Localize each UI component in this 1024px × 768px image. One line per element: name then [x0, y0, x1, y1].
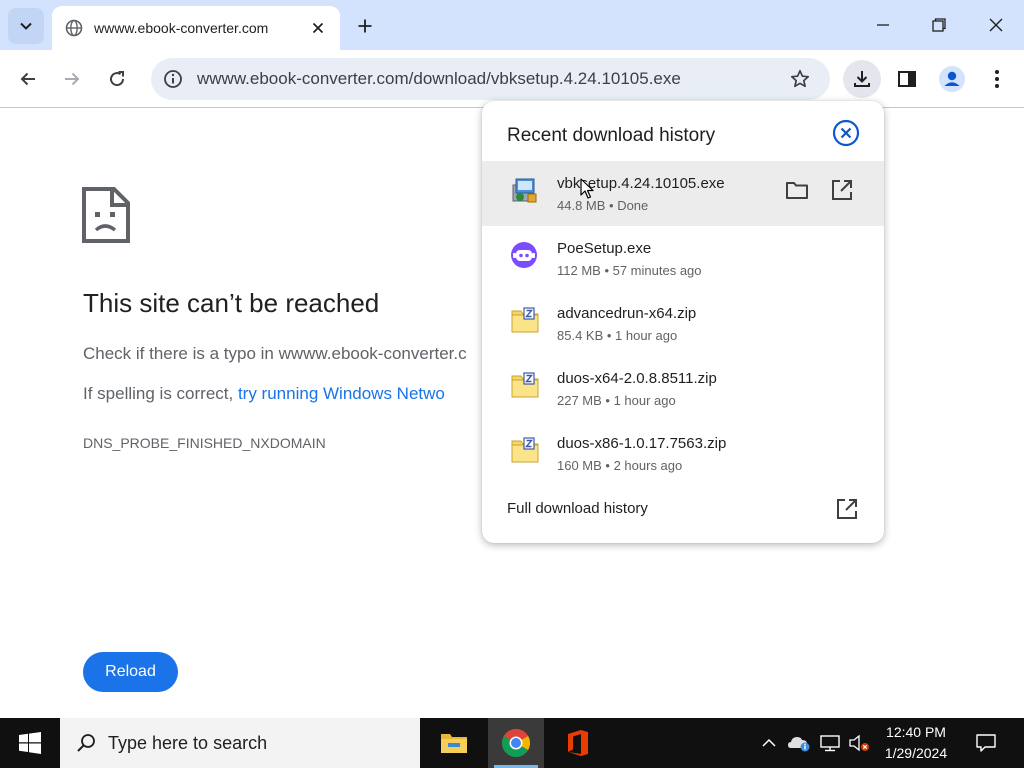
download-item[interactable]: advancedrun-x64.zip 85.4 KB • 1 hour ago [482, 291, 884, 356]
bookmark-star-icon[interactable] [780, 69, 820, 89]
full-download-history-link[interactable]: Full download history [507, 500, 648, 517]
volume-muted-tray-icon[interactable] [846, 718, 872, 768]
poe-app-icon [510, 240, 540, 270]
download-status: 160 MB • 2 hours ago [557, 458, 683, 473]
profile-button[interactable] [934, 61, 970, 97]
chevron-down-icon [20, 22, 32, 30]
browser-toolbar: wwww.ebook-converter.com/download/vbkset… [0, 50, 1024, 108]
office-taskbar-button[interactable] [550, 718, 606, 768]
new-tab-button[interactable] [350, 12, 380, 40]
tab-strip: wwww.ebook-converter.com [0, 0, 1024, 50]
plus-icon [358, 19, 372, 33]
back-button[interactable] [10, 61, 46, 97]
minimize-button[interactable] [855, 0, 911, 50]
open-external-icon [832, 180, 852, 200]
error-suggestion-diagnostics: If spelling is correct, try running Wind… [83, 384, 445, 404]
globe-icon [64, 18, 84, 38]
download-item[interactable]: PoeSetup.exe 112 MB • 57 minutes ago [482, 226, 884, 291]
menu-button[interactable] [979, 61, 1015, 97]
download-icon [854, 71, 870, 87]
close-tab-icon[interactable] [308, 18, 328, 38]
sad-page-icon [82, 187, 130, 248]
folder-icon [786, 182, 808, 199]
download-item[interactable]: duos-x86-1.0.17.7563.zip 160 MB • 2 hour… [482, 421, 884, 486]
download-filename: PoeSetup.exe [557, 240, 652, 257]
show-hidden-icons-button[interactable] [757, 718, 781, 768]
open-file-button[interactable] [827, 175, 857, 205]
downloads-button[interactable] [843, 60, 881, 98]
avatar-icon [939, 66, 965, 92]
download-filename: duos-x86-1.0.17.7563.zip [557, 435, 727, 452]
notification-center-button[interactable] [966, 718, 1006, 768]
chrome-icon [502, 729, 530, 757]
office-icon [568, 730, 588, 756]
minimize-icon [877, 24, 889, 26]
chevron-up-icon [762, 738, 776, 747]
tab-title: wwww.ebook-converter.com [94, 20, 269, 36]
file-explorer-taskbar-button[interactable] [426, 718, 482, 768]
reload-button[interactable]: Reload [83, 652, 178, 692]
close-popup-button[interactable] [832, 119, 860, 147]
download-item[interactable]: duos-x64-2.0.8.8511.zip 227 MB • 1 hour … [482, 356, 884, 421]
download-status: 227 MB • 1 hour ago [557, 393, 676, 408]
download-status: 112 MB • 57 minutes ago [557, 263, 702, 278]
network-tray-icon[interactable] [817, 718, 843, 768]
windows-taskbar: Type here to search 12:40 PM 1/29/2024 [0, 718, 1024, 768]
error-suggestion-typo: Check if there is a typo in wwww.ebook-c… [83, 344, 467, 363]
site-info-icon[interactable] [153, 69, 193, 89]
url-text: wwww.ebook-converter.com/download/vbkset… [197, 69, 681, 88]
zip-folder-icon [510, 435, 540, 465]
chrome-taskbar-button[interactable] [488, 718, 544, 768]
open-external-icon[interactable] [832, 494, 862, 524]
zip-folder-icon [510, 370, 540, 400]
download-item[interactable]: vbksetup.4.24.10105.exe 44.8 MB • Done [482, 161, 884, 226]
show-in-folder-button[interactable] [782, 175, 812, 205]
taskbar-clock[interactable]: 12:40 PM 1/29/2024 [876, 722, 956, 764]
arrow-left-icon [20, 72, 35, 86]
search-icon [77, 734, 95, 752]
arrow-right-icon [65, 72, 80, 86]
address-bar[interactable]: wwww.ebook-converter.com/download/vbkset… [151, 58, 830, 100]
windows-logo-icon [19, 732, 41, 754]
taskbar-search-placeholder: Type here to search [108, 732, 268, 753]
error-code: DNS_PROBE_FINISHED_NXDOMAIN [83, 435, 326, 451]
network-diagnostics-link[interactable]: try running Windows Netwo [238, 384, 445, 403]
error-title: This site can’t be reached [83, 288, 380, 318]
error-suggestion-prefix: If spelling is correct, [83, 384, 238, 403]
active-tab[interactable]: wwww.ebook-converter.com [52, 6, 340, 50]
download-filename: advancedrun-x64.zip [557, 305, 697, 322]
refresh-icon [110, 71, 125, 87]
side-panel-button[interactable] [889, 61, 925, 97]
side-panel-icon [898, 71, 916, 87]
mouse-cursor-icon [580, 178, 594, 205]
clock-time: 12:40 PM [886, 724, 946, 740]
zip-folder-icon [510, 305, 540, 335]
onedrive-tray-icon[interactable] [785, 718, 813, 768]
download-status: 85.4 KB • 1 hour ago [557, 328, 678, 343]
file-explorer-icon [441, 734, 467, 753]
start-button[interactable] [0, 718, 60, 768]
notification-icon [976, 734, 996, 752]
download-status: 44.8 MB • Done [557, 198, 649, 213]
installer-icon [510, 175, 540, 205]
restore-button[interactable] [911, 0, 967, 50]
reload-toolbar-button[interactable] [99, 61, 135, 97]
tab-search-button[interactable] [8, 8, 44, 44]
close-icon [989, 18, 1003, 32]
taskbar-search[interactable]: Type here to search [60, 718, 420, 768]
forward-button[interactable] [54, 61, 90, 97]
clock-date: 1/29/2024 [884, 745, 948, 761]
restore-icon [932, 18, 946, 32]
download-history-popup: Recent download history vbksetup.4.24.10… [482, 101, 884, 543]
close-circle-icon [832, 119, 860, 147]
download-filename: duos-x64-2.0.8.8511.zip [557, 370, 717, 387]
close-window-button[interactable] [968, 0, 1024, 50]
download-history-title: Recent download history [507, 125, 716, 146]
more-vert-icon [995, 70, 999, 88]
